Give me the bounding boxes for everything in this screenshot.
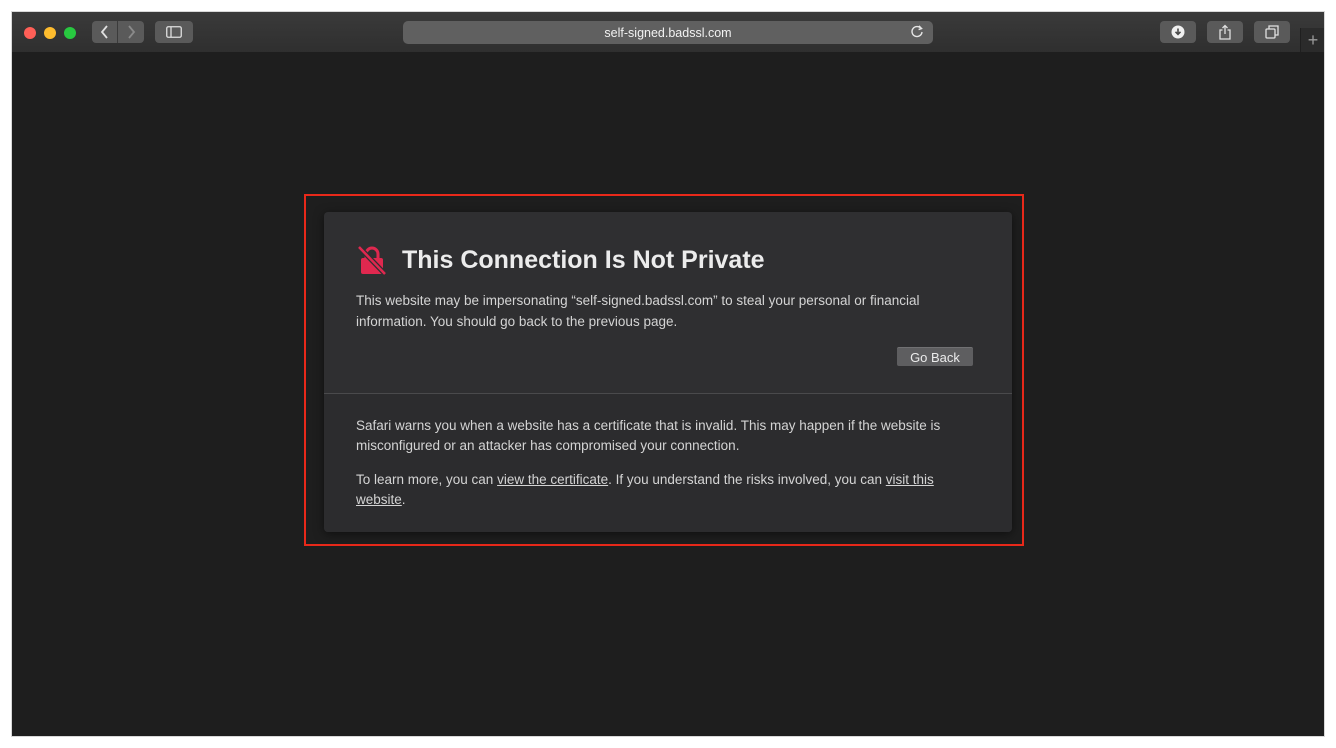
new-tab-button[interactable]: + <box>1300 28 1324 52</box>
close-window-button[interactable] <box>24 27 36 39</box>
learn-more-suffix: . <box>401 492 406 507</box>
broken-lock-icon <box>357 245 387 276</box>
forward-button[interactable] <box>118 21 144 43</box>
chevron-right-icon <box>128 25 136 39</box>
share-icon <box>1219 24 1231 40</box>
url-text: self-signed.badssl.com <box>604 25 732 40</box>
zoom-window-button[interactable] <box>64 27 76 39</box>
minimize-window-button[interactable] <box>44 27 56 39</box>
downloads-button[interactable] <box>1160 21 1196 43</box>
browser-window: self-signed.badssl.com + This Connection… <box>12 12 1324 736</box>
details-paragraph: Safari warns you when a website has a ce… <box>356 418 941 453</box>
sidebar-icon <box>166 26 182 38</box>
address-bar[interactable]: self-signed.badssl.com <box>403 21 933 44</box>
warning-card: This Connection Is Not Private This webs… <box>324 212 1012 532</box>
navigation-buttons <box>92 21 144 43</box>
learn-more-middle: . If you understand the risks involved, … <box>608 472 886 487</box>
tabs-icon <box>1265 25 1279 39</box>
warning-title: This Connection Is Not Private <box>402 246 765 274</box>
back-button[interactable] <box>92 21 118 43</box>
learn-more-paragraph: To learn more, you can view the certific… <box>356 470 986 510</box>
browser-toolbar: self-signed.badssl.com + <box>12 12 1324 53</box>
view-certificate-link[interactable]: view the certificate <box>497 472 608 487</box>
chevron-left-icon <box>100 25 108 39</box>
warning-details-section: Safari warns you when a website has a ce… <box>324 394 1012 532</box>
reload-icon[interactable] <box>909 24 925 40</box>
warning-description: This website may be impersonating “self-… <box>356 293 920 329</box>
download-icon <box>1171 25 1185 39</box>
tab-overview-button[interactable] <box>1254 21 1290 43</box>
learn-more-prefix: To learn more, you can <box>356 472 498 487</box>
sidebar-toggle-button[interactable] <box>155 21 193 43</box>
plus-icon: + <box>1307 29 1319 50</box>
page-content: This Connection Is Not Private This webs… <box>12 52 1324 736</box>
go-back-button[interactable]: Go Back <box>897 347 973 366</box>
warning-header-section: This Connection Is Not Private This webs… <box>324 212 1012 392</box>
share-button[interactable] <box>1207 21 1243 43</box>
